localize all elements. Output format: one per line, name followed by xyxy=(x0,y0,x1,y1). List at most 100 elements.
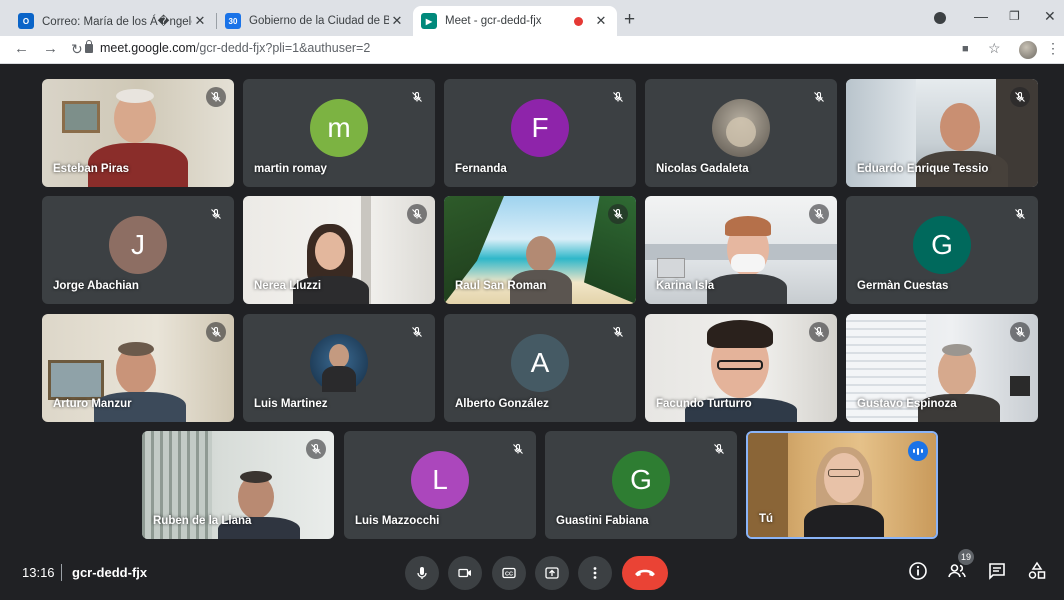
menu-kebab-icon[interactable]: ⋮ xyxy=(1046,40,1060,57)
participant-name: Nicolas Gadaleta xyxy=(656,163,749,175)
participant-tile[interactable]: Raul San Roman xyxy=(444,196,636,304)
tab-gobierno[interactable]: 30 Gobierno de la Ciudad de Bueno ✕ xyxy=(217,6,413,36)
hang-up-icon xyxy=(635,569,655,577)
participant-tile[interactable]: Arturo Manzur xyxy=(42,314,234,422)
participant-tile[interactable]: A Alberto González xyxy=(444,314,636,422)
divider xyxy=(61,564,62,581)
mic-off-icon xyxy=(809,322,829,342)
participant-tile[interactable]: F Fernanda xyxy=(444,79,636,187)
participant-tile[interactable]: L Luis Mazzocchi xyxy=(344,431,536,539)
tab-search-icon[interactable] xyxy=(934,12,946,24)
participant-name: Gustavo Espinoza xyxy=(857,398,957,410)
mic-off-icon xyxy=(608,322,628,342)
profile-avatar[interactable] xyxy=(1019,41,1037,59)
mic-off-icon xyxy=(306,439,326,459)
participant-tile[interactable]: Eduardo Enrique Tessio xyxy=(846,79,1038,187)
url-path: /gcr-dedd-fjx?pli=1&authuser=2 xyxy=(195,41,371,55)
more-vert-icon xyxy=(593,567,597,579)
participant-name: Esteban Piras xyxy=(53,163,130,175)
participant-name: Luis Mazzocchi xyxy=(355,515,440,527)
microphone-icon xyxy=(417,567,427,579)
minimize-icon[interactable]: — xyxy=(974,8,988,24)
chat-icon xyxy=(989,563,1005,580)
svg-text:CC: CC xyxy=(505,572,513,578)
participant-name: Fernanda xyxy=(455,163,507,175)
restore-icon[interactable]: ❐ xyxy=(1009,9,1020,23)
reload-icon[interactable]: ↻ xyxy=(71,41,83,58)
tab-meet[interactable]: ▶ Meet - gcr-dedd-fjx ✕ xyxy=(413,6,617,36)
participant-tile[interactable]: Gustavo Espinoza xyxy=(846,314,1038,422)
avatar: F xyxy=(511,99,569,157)
participant-tile[interactable]: Facundo Turturro xyxy=(645,314,837,422)
avatar: G xyxy=(612,451,670,509)
avatar-photo xyxy=(712,99,770,157)
new-tab-icon[interactable]: + xyxy=(624,9,635,31)
meeting-clock: 13:16 xyxy=(22,565,55,580)
mic-off-icon xyxy=(809,87,829,107)
mic-off-icon xyxy=(407,322,427,342)
participant-tile[interactable]: Luis Martinez xyxy=(243,314,435,422)
present-screen-button[interactable] xyxy=(535,556,569,590)
avatar: m xyxy=(310,99,368,157)
mic-off-icon xyxy=(508,439,528,459)
mic-off-icon xyxy=(608,87,628,107)
self-tile[interactable]: Tú xyxy=(746,431,938,539)
avatar-photo xyxy=(310,334,368,392)
chat-button[interactable] xyxy=(986,560,1008,582)
outlook-icon: O xyxy=(18,13,34,29)
more-options-button[interactable] xyxy=(578,556,612,590)
close-window-icon[interactable]: ✕ xyxy=(1044,8,1056,25)
activities-icon xyxy=(1028,561,1046,579)
camera-permission-icon[interactable]: ■ xyxy=(962,43,969,55)
forward-icon[interactable]: → xyxy=(43,40,58,57)
participant-tile[interactable]: Esteban Piras xyxy=(42,79,234,187)
mic-off-icon xyxy=(206,322,226,342)
participant-tile[interactable]: Nicolas Gadaleta xyxy=(645,79,837,187)
close-tab-icon[interactable]: ✕ xyxy=(192,13,208,29)
participant-tile[interactable]: m martin romay xyxy=(243,79,435,187)
close-tab-icon[interactable]: ✕ xyxy=(593,13,609,29)
browser-toolbar: ← → ↻ meet.google.com/gcr-dedd-fjx?pli=1… xyxy=(0,36,1064,64)
participant-tile[interactable]: G Guastini Fabiana xyxy=(545,431,737,539)
participant-name: Tú xyxy=(759,513,774,525)
end-call-button[interactable] xyxy=(622,556,668,590)
speaking-indicator-icon xyxy=(908,441,928,461)
participant-tile[interactable]: Karina Isla xyxy=(645,196,837,304)
tab-title: Correo: María de los Á�ngeles C xyxy=(42,16,192,28)
captions-button[interactable]: CC xyxy=(492,556,526,590)
participant-name: Arturo Manzur xyxy=(53,398,132,410)
mic-off-icon xyxy=(407,87,427,107)
url-host: meet.google.com xyxy=(100,41,196,55)
participant-name: Nerea Lluzzi xyxy=(254,280,322,292)
mic-off-icon xyxy=(809,204,829,224)
avatar: L xyxy=(411,451,469,509)
recording-icon xyxy=(574,16,583,26)
activities-button[interactable] xyxy=(1026,560,1048,582)
camera-button[interactable] xyxy=(448,556,482,590)
back-icon[interactable]: ← xyxy=(14,40,29,57)
avatar: A xyxy=(511,334,569,392)
mic-off-icon xyxy=(709,439,729,459)
participant-name: Karina Isla xyxy=(656,280,715,292)
participant-name: Alberto González xyxy=(455,398,549,410)
participant-name: Ruben de la Llana xyxy=(153,515,252,527)
meeting-controls-bar: 13:16 gcr-dedd-fjx CC xyxy=(0,546,1064,600)
participant-tile[interactable]: G Germàn Cuestas xyxy=(846,196,1038,304)
close-tab-icon[interactable]: ✕ xyxy=(389,13,405,29)
bookmark-star-icon[interactable]: ☆ xyxy=(988,40,1001,57)
participant-name: Raul San Roman xyxy=(455,280,547,292)
mic-off-icon xyxy=(1010,204,1030,224)
tab-mail[interactable]: O Correo: María de los Á�ngeles C ✕ xyxy=(10,6,216,36)
mic-off-icon xyxy=(206,87,226,107)
info-icon xyxy=(909,562,927,580)
address-bar[interactable]: meet.google.com/gcr-dedd-fjx?pli=1&authu… xyxy=(100,41,370,55)
present-icon xyxy=(545,567,559,579)
meeting-details-button[interactable] xyxy=(907,560,929,582)
camera-icon xyxy=(458,568,471,578)
participant-tile[interactable]: Ruben de la Llana xyxy=(142,431,334,539)
participant-tile[interactable]: J Jorge Abachian xyxy=(42,196,234,304)
microphone-button[interactable] xyxy=(405,556,439,590)
lock-icon[interactable] xyxy=(85,40,93,53)
participant-tile[interactable]: Nerea Lluzzi xyxy=(243,196,435,304)
participant-name: Germàn Cuestas xyxy=(857,280,949,292)
